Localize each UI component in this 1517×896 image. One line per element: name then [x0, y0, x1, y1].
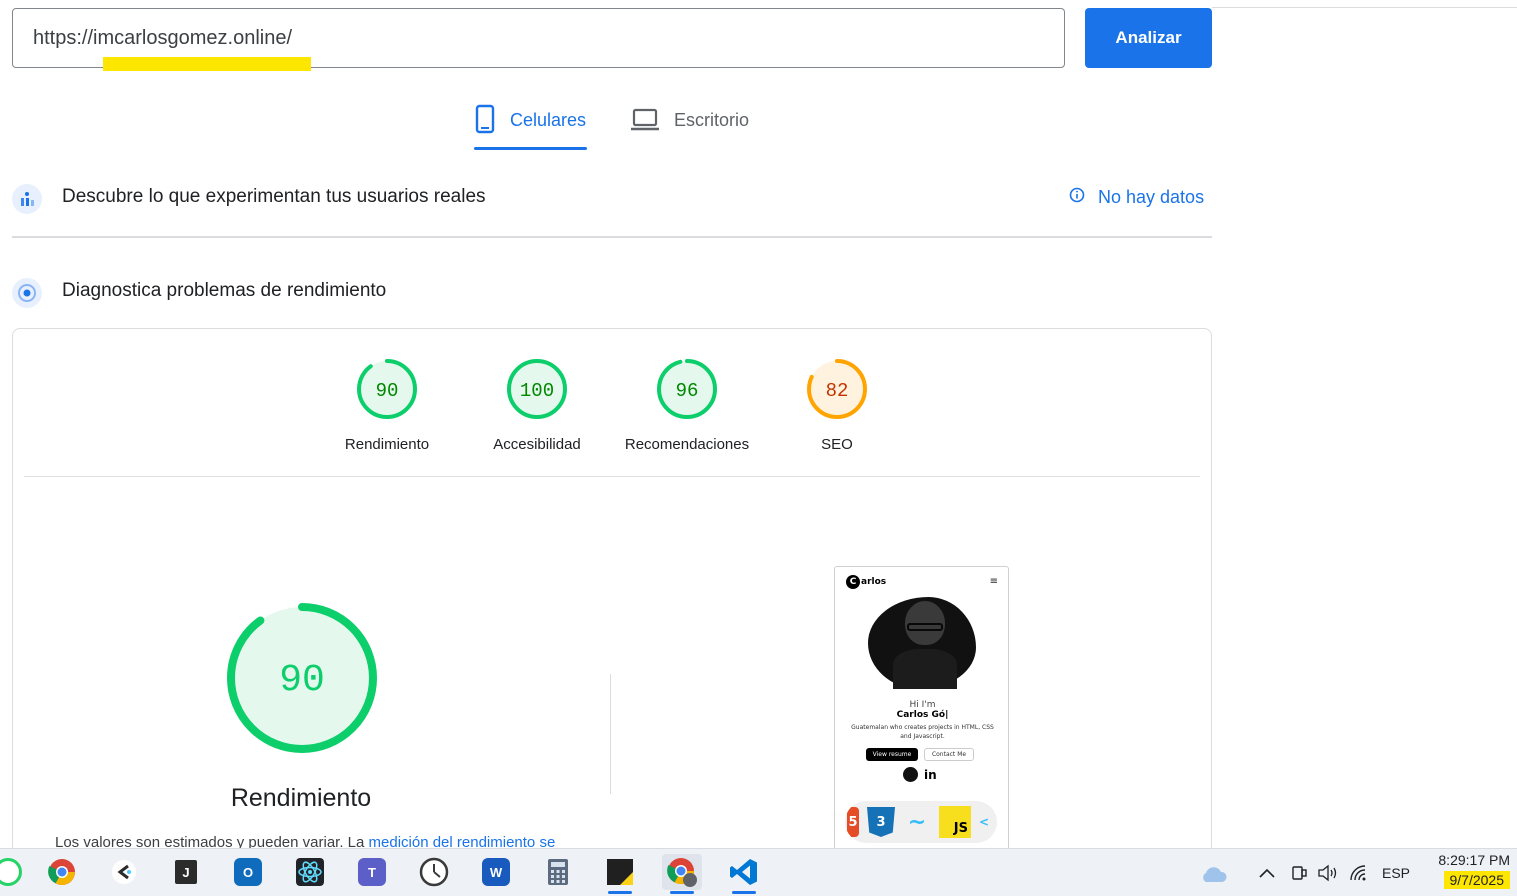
language-indicator[interactable]: ESP [1380, 862, 1412, 884]
chrome-profile-icon[interactable] [662, 854, 702, 894]
vscode-icon[interactable] [724, 854, 764, 894]
react-icon[interactable] [290, 854, 330, 890]
laptop-icon [630, 104, 660, 139]
preview-skills-strip: 5 3 ~ JS < [845, 801, 997, 843]
teams-icon[interactable]: T [352, 854, 392, 890]
onedrive-icon[interactable] [1198, 860, 1228, 888]
css3-icon: 3 [867, 807, 895, 837]
react-partial-icon: < [978, 815, 990, 829]
wifi-icon[interactable] [1348, 862, 1370, 884]
volume-icon[interactable] [1316, 862, 1340, 884]
whatsapp-icon[interactable] [0, 854, 28, 890]
javascript-icon: JS [939, 806, 971, 838]
running-indicator [732, 891, 756, 894]
preview-description: Guatemalan who creates projects in HTML,… [851, 724, 994, 740]
diagnostics-icon [12, 278, 42, 308]
score-label: Accesibilidad [493, 436, 581, 453]
system-clock[interactable]: 8:29:17 PM 9/7/2025 [1424, 852, 1510, 889]
section-divider [12, 236, 1212, 238]
tab-mobile-label: Celulares [510, 110, 587, 130]
analyze-button[interactable]: Analizar [1085, 8, 1212, 68]
score-ring: 100 [507, 359, 567, 419]
github-icon [903, 767, 918, 782]
url-input-value[interactable]: https://imcarlosgomez.online/ [33, 27, 292, 50]
score-ring: 82 [807, 359, 867, 419]
word-icon[interactable]: W [476, 854, 516, 890]
svg-text:96: 96 [676, 380, 699, 402]
running-indicator [670, 891, 694, 894]
svg-text:90: 90 [376, 380, 399, 402]
tab-active-indicator [474, 147, 587, 150]
chrome-icon[interactable] [42, 854, 82, 890]
running-indicator [608, 891, 632, 894]
users-chart-icon [12, 184, 42, 214]
html5-icon: 5 [847, 807, 859, 837]
tab-desktop[interactable]: Escritorio [630, 104, 749, 150]
j-app-icon[interactable]: J [166, 854, 206, 890]
smartphone-icon [474, 104, 496, 139]
clock-time: 8:29:17 PM [1438, 852, 1510, 868]
preview-resume-button: View resume [866, 748, 918, 761]
chevron-up-icon[interactable] [1256, 862, 1278, 884]
score-label: SEO [821, 436, 853, 453]
score-ring: 90 [357, 359, 417, 419]
svg-text:100: 100 [520, 380, 554, 402]
hamburger-menu-icon: ≡ [989, 576, 998, 587]
no-data-link[interactable]: No hay datos [1068, 186, 1204, 209]
linkedin-icon: in [924, 767, 937, 782]
no-data-label: No hay datos [1098, 187, 1205, 207]
outlook-icon[interactable]: O [228, 854, 268, 890]
preview-logo: Carlos [846, 575, 886, 589]
tab-mobile[interactable]: Celulares [474, 104, 587, 150]
performance-big-label: Rendimiento [230, 784, 372, 812]
clock-date: 9/7/2025 [1443, 871, 1510, 889]
scores-divider [24, 476, 1200, 477]
score-label: Recomendaciones [624, 436, 750, 453]
score-gauge-best-practices[interactable]: 96 Recomendaciones [607, 358, 767, 453]
score-gauge-seo[interactable]: 82 SEO [757, 358, 917, 453]
vertical-divider [610, 674, 611, 794]
preview-contact-button: Contact Me [924, 748, 974, 761]
preview-social-links: in [903, 767, 937, 782]
page-screenshot-preview: Carlos ≡ Hi I'm Carlos Gó| Guatemalan wh… [834, 566, 1009, 856]
pagespeed-page: https://imcarlosgomez.online/ Analizar C… [0, 0, 1517, 896]
info-icon [1068, 186, 1086, 209]
device-icon[interactable] [1288, 862, 1310, 884]
preview-greeting: Hi I'm [909, 700, 936, 710]
tab-desktop-label: Escritorio [674, 110, 750, 130]
preview-logo-letter: C [846, 575, 860, 589]
lab-data-title: Diagnostica problemas de rendimiento [62, 280, 387, 301]
clickup-icon[interactable] [104, 854, 144, 890]
score-label: Rendimiento [344, 436, 430, 453]
profile-photo-glasses [907, 623, 943, 631]
score-gauge-performance[interactable]: 90 Rendimiento [307, 358, 467, 453]
score-ring: 96 [657, 359, 717, 419]
preview-name: Carlos Gó| [896, 710, 949, 720]
svg-text:82: 82 [826, 380, 849, 402]
field-data-title: Descubre lo que experimentan tus usuario… [62, 186, 486, 207]
preview-logo-text: arlos [861, 577, 887, 587]
tailwind-icon: ~ [907, 809, 927, 835]
svg-text:90: 90 [279, 659, 325, 702]
score-gauge-accessibility[interactable]: 100 Accesibilidad [457, 358, 617, 453]
clock-app-icon[interactable] [414, 854, 454, 890]
calculator-icon[interactable] [538, 854, 578, 890]
top-divider [1212, 7, 1517, 8]
sticky-notes-icon[interactable] [600, 854, 640, 894]
url-input[interactable]: https://imcarlosgomez.online/ [12, 8, 1065, 71]
profile-photo-body [893, 649, 957, 689]
performance-big-gauge: 90 [227, 603, 377, 753]
url-highlight-mark [103, 57, 311, 71]
